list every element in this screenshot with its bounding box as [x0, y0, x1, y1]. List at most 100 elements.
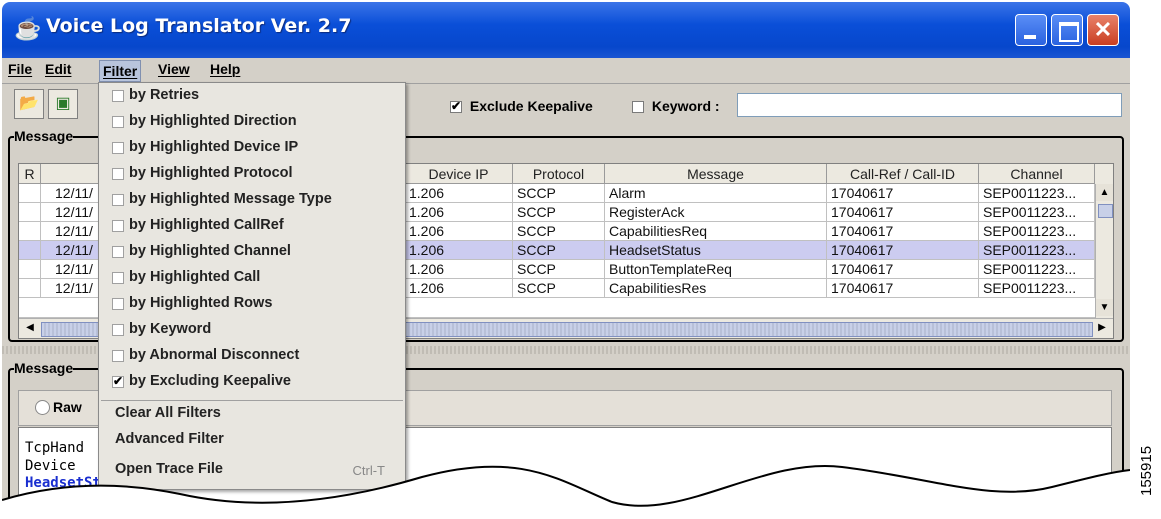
menu-item-label: by Highlighted CallRef	[129, 217, 284, 233]
cell-callref: 17040617	[827, 279, 979, 298]
add-file-icon[interactable]: ▣	[48, 89, 78, 119]
menu-edit[interactable]: Edit	[45, 61, 71, 77]
cell-r	[19, 184, 41, 203]
menu-item-by-abnormal-disconnect[interactable]: by Abnormal Disconnect	[99, 345, 405, 370]
cell-message: HeadsetStatus	[605, 241, 827, 260]
vertical-scroll-thumb[interactable]	[1098, 204, 1113, 218]
cell-device-ip: 1.206	[405, 279, 513, 298]
menu-item-label: Clear All Filters	[115, 405, 221, 421]
scroll-up-arrow-icon[interactable]: ▲	[1096, 184, 1113, 201]
app-window: ☕ Voice Log Translator Ver. 2.7 File Edi…	[2, 2, 1130, 517]
checkbox-icon	[112, 350, 124, 362]
menu-item-by-highlighted-call[interactable]: by Highlighted Call	[99, 267, 405, 292]
cell-device-ip: 1.206	[405, 222, 513, 241]
menu-item-by-highlighted-protocol[interactable]: by Highlighted Protocol	[99, 163, 405, 188]
menu-item-label: by Highlighted Protocol	[129, 165, 293, 181]
checkbox-checked-icon	[112, 374, 124, 388]
raw-label: Raw	[53, 399, 82, 415]
menu-item-by-highlighted-channel[interactable]: by Highlighted Channel	[99, 241, 405, 266]
checkbox-icon	[112, 142, 124, 154]
cell-channel: SEP0011223...	[979, 241, 1095, 260]
raw-radio[interactable]	[35, 400, 50, 415]
exclude-keepalive-option[interactable]: Exclude Keepalive	[450, 98, 593, 114]
detail-panel-title: Message	[14, 360, 74, 376]
menu-item-label: by Highlighted Direction	[129, 113, 297, 129]
keyword-option[interactable]: Keyword :	[632, 98, 720, 114]
cell-device-ip: 1.206	[405, 203, 513, 222]
scroll-down-arrow-icon[interactable]: ▼	[1096, 299, 1113, 316]
menu-item-by-highlighted-direction[interactable]: by Highlighted Direction	[99, 111, 405, 136]
cell-device-ip: 1.206	[405, 184, 513, 203]
menu-filter[interactable]: Filter	[99, 60, 142, 82]
checkbox-icon	[112, 246, 124, 258]
cell-protocol: SCCP	[513, 241, 605, 260]
checkbox-icon	[112, 90, 124, 102]
scroll-right-arrow-icon[interactable]: ▶	[1093, 319, 1111, 337]
cell-channel: SEP0011223...	[979, 260, 1095, 279]
maximize-button[interactable]	[1051, 14, 1083, 46]
cell-r	[19, 241, 41, 260]
col-header-message[interactable]: Message	[605, 164, 827, 184]
cell-message: Alarm	[605, 184, 827, 203]
menu-item-label: by Highlighted Message Type	[129, 191, 332, 207]
checkbox-icon	[112, 194, 124, 206]
cell-r	[19, 260, 41, 279]
menu-help[interactable]: Help	[210, 61, 240, 77]
menu-file[interactable]: File	[8, 61, 32, 77]
cell-message: ButtonTemplateReq	[605, 260, 827, 279]
menu-item-by-excluding-keepalive[interactable]: by Excluding Keepalive	[99, 371, 405, 396]
menu-bar: File Edit Filter View Help	[2, 58, 1130, 84]
cell-channel: SEP0011223...	[979, 279, 1095, 298]
checkbox-icon	[112, 116, 124, 128]
menu-item-label: by Highlighted Call	[129, 269, 261, 285]
menu-item-by-keyword[interactable]: by Keyword	[99, 319, 405, 344]
checkbox-icon	[112, 298, 124, 310]
scroll-left-arrow-icon[interactable]: ◀	[21, 319, 39, 337]
menu-item-label: by Highlighted Device IP	[129, 139, 299, 155]
exclude-keepalive-label: Exclude Keepalive	[469, 98, 593, 114]
menu-item-label: by Retries	[129, 87, 200, 103]
cell-callref: 17040617	[827, 203, 979, 222]
cell-r	[19, 203, 41, 222]
col-header-device-ip[interactable]: Device IP	[405, 164, 513, 184]
cell-protocol: SCCP	[513, 279, 605, 298]
menu-item-label: by Keyword	[129, 321, 212, 337]
exclude-keepalive-checkbox[interactable]	[450, 99, 462, 114]
keyword-checkbox[interactable]	[632, 101, 644, 114]
cell-channel: SEP0011223...	[979, 184, 1095, 203]
open-folder-icon[interactable]: 📂	[14, 89, 44, 119]
cell-message: CapabilitiesReq	[605, 222, 827, 241]
col-header-protocol[interactable]: Protocol	[513, 164, 605, 184]
cell-protocol: SCCP	[513, 222, 605, 241]
menu-item-clear-all-filters[interactable]: Clear All Filters	[99, 403, 405, 428]
figure-id: 155915	[1138, 445, 1155, 496]
cell-r	[19, 279, 41, 298]
menu-item-by-highlighted-rows[interactable]: by Highlighted Rows	[99, 293, 405, 318]
filter-dropdown-menu: by Retries by Highlighted Direction by H…	[98, 82, 406, 490]
menu-item-by-highlighted-callref[interactable]: by Highlighted CallRef	[99, 215, 405, 240]
menu-view[interactable]: View	[158, 61, 190, 77]
col-header-channel[interactable]: Channel	[979, 164, 1095, 184]
messages-panel-title: Message	[14, 128, 74, 144]
cell-device-ip: 1.206	[405, 260, 513, 279]
minimize-button[interactable]	[1015, 14, 1047, 46]
menu-separator	[101, 400, 403, 401]
col-header-callref[interactable]: Call-Ref / Call-ID	[827, 164, 979, 184]
checkbox-icon	[112, 220, 124, 232]
torn-edge-graphic	[2, 464, 1130, 517]
window-title: Voice Log Translator Ver. 2.7	[46, 15, 352, 37]
cell-callref: 17040617	[827, 241, 979, 260]
table-vertical-scrollbar[interactable]: ▲ ▼	[1095, 184, 1113, 318]
col-header-r[interactable]: R	[19, 164, 41, 184]
close-button[interactable]	[1087, 14, 1119, 46]
menu-item-by-highlighted-device-ip[interactable]: by Highlighted Device IP	[99, 137, 405, 162]
cell-channel: SEP0011223...	[979, 203, 1095, 222]
menu-item-label: by Abnormal Disconnect	[129, 347, 300, 363]
java-cup-icon: ☕	[14, 16, 42, 41]
cell-r	[19, 222, 41, 241]
menu-item-by-highlighted-message-type[interactable]: by Highlighted Message Type	[99, 189, 405, 214]
keyword-input[interactable]	[737, 93, 1122, 117]
menu-item-by-retries[interactable]: by Retries	[99, 85, 405, 110]
title-bar[interactable]: ☕ Voice Log Translator Ver. 2.7	[2, 2, 1130, 58]
cell-callref: 17040617	[827, 260, 979, 279]
